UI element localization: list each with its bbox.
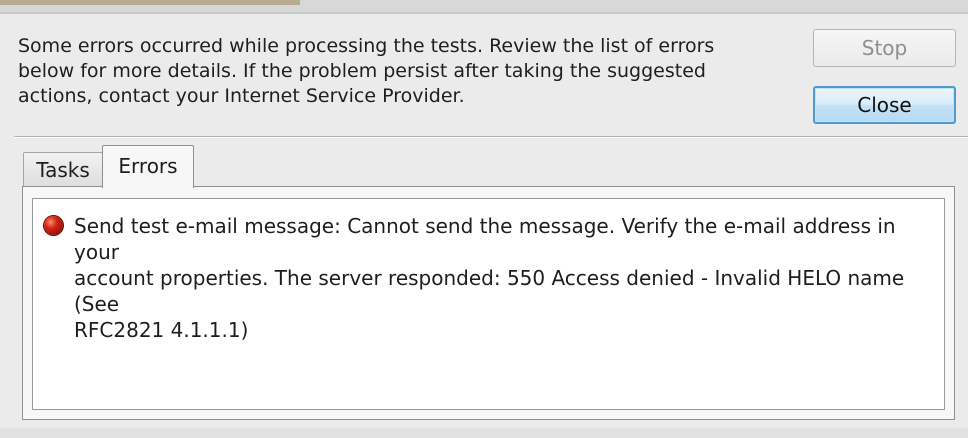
window-top-edge-segment [0, 0, 300, 5]
separator [14, 136, 968, 137]
status-message: Some errors occurred while processing th… [18, 35, 715, 107]
error-message: Send test e-mail message: Cannot send th… [74, 214, 905, 342]
error-icon [44, 216, 63, 235]
close-button[interactable]: Close [813, 86, 956, 124]
tab-tasks-label: Tasks [36, 157, 90, 182]
error-list[interactable]: Send test e-mail message: Cannot send th… [32, 198, 945, 410]
close-button-label: Close [857, 93, 912, 117]
window-top-edge [0, 0, 968, 12]
stop-button-label: Stop [861, 36, 908, 60]
window-bottom-edge [0, 428, 968, 438]
stop-button[interactable]: Stop [813, 29, 956, 67]
window-top-edge-shadow [0, 12, 968, 14]
tab-errors[interactable]: Errors [102, 145, 194, 188]
tab-errors-label: Errors [118, 154, 178, 178]
errors-tab-panel: Send test e-mail message: Cannot send th… [22, 186, 955, 420]
tab-tasks[interactable]: Tasks [23, 152, 103, 186]
